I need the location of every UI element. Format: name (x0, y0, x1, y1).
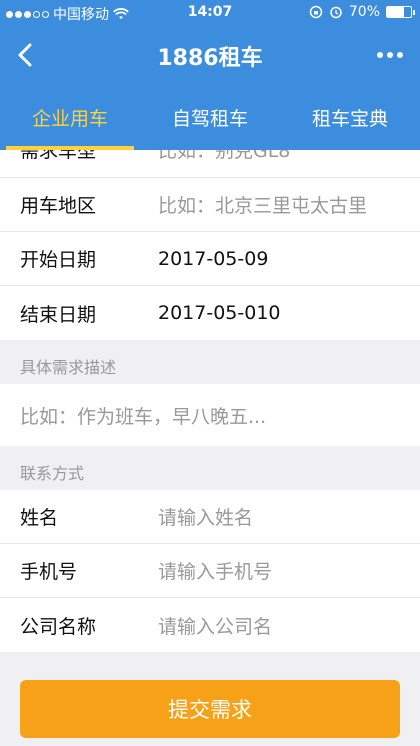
more-dots-icon (377, 52, 383, 58)
company-input[interactable]: 请输入公司名 (158, 612, 272, 639)
form-content: 需求车型 比如：别克GL8 用车地区 比如：北京三里屯太古里 开始日期 2017… (0, 150, 420, 746)
contact-card: 姓名 请输入姓名 手机号 请输入手机号 公司名称 请输入公司名 (0, 490, 420, 652)
alarm-icon (330, 6, 342, 19)
region-label: 用车地区 (20, 195, 97, 217)
status-right: 70% (309, 4, 415, 20)
submit-button[interactable]: 提交需求 (20, 680, 400, 738)
app-header: 中国移动 14:07 70% 1886租车 企业用车 自驾租车 租车宝典 (0, 0, 420, 150)
description-section-label: 具体需求描述 (0, 340, 420, 384)
name-input[interactable]: 请输入姓名 (158, 503, 253, 530)
car-model-label: 需求车型 (20, 150, 97, 162)
back-chevron-icon (18, 43, 32, 67)
name-label: 姓名 (20, 507, 59, 529)
contact-section-label: 联系方式 (0, 446, 420, 490)
status-bar: 中国移动 14:07 70% (0, 0, 420, 26)
battery-percent: 70% (348, 4, 380, 20)
rental-form-card: 需求车型 比如：别克GL8 用车地区 比如：北京三里屯太古里 开始日期 2017… (0, 150, 420, 340)
phone-input[interactable]: 请输入手机号 (158, 557, 272, 584)
page-title: 1886租车 (157, 46, 263, 71)
region-input[interactable]: 比如：北京三里屯太古里 (158, 191, 367, 218)
company-row[interactable]: 公司名称 请输入公司名 (0, 598, 420, 652)
battery-icon (386, 6, 415, 18)
submit-wrap: 提交需求 (20, 680, 400, 738)
start-date-label: 开始日期 (20, 249, 97, 271)
tab-self-drive[interactable]: 自驾租车 (140, 86, 280, 150)
company-label: 公司名称 (20, 615, 97, 638)
region-row[interactable]: 用车地区 比如：北京三里屯太古里 (0, 178, 420, 232)
end-date-value[interactable]: 2017-05-010 (158, 302, 281, 324)
phone-row[interactable]: 手机号 请输入手机号 (0, 544, 420, 598)
description-input[interactable]: 比如：作为班车，早八晚五... (0, 384, 420, 446)
car-model-input[interactable]: 比如：别克GL8 (158, 150, 290, 163)
start-date-value[interactable]: 2017-05-09 (158, 248, 268, 270)
end-date-label: 结束日期 (20, 303, 97, 326)
phone-label: 手机号 (20, 561, 78, 583)
battery-fill (387, 7, 404, 17)
tab-guide[interactable]: 租车宝典 (280, 86, 420, 150)
back-button[interactable] (10, 38, 44, 72)
rotation-lock-icon (309, 5, 323, 19)
end-date-row[interactable]: 结束日期 2017-05-010 (0, 286, 420, 340)
tab-enterprise[interactable]: 企业用车 (0, 86, 140, 150)
more-button[interactable] (370, 40, 410, 70)
name-row[interactable]: 姓名 请输入姓名 (0, 490, 420, 544)
car-model-row[interactable]: 需求车型 比如：别克GL8 (0, 150, 420, 178)
tab-bar: 企业用车 自驾租车 租车宝典 (0, 86, 420, 150)
start-date-row[interactable]: 开始日期 2017-05-09 (0, 232, 420, 286)
nav-bar: 1886租车 (0, 26, 420, 86)
